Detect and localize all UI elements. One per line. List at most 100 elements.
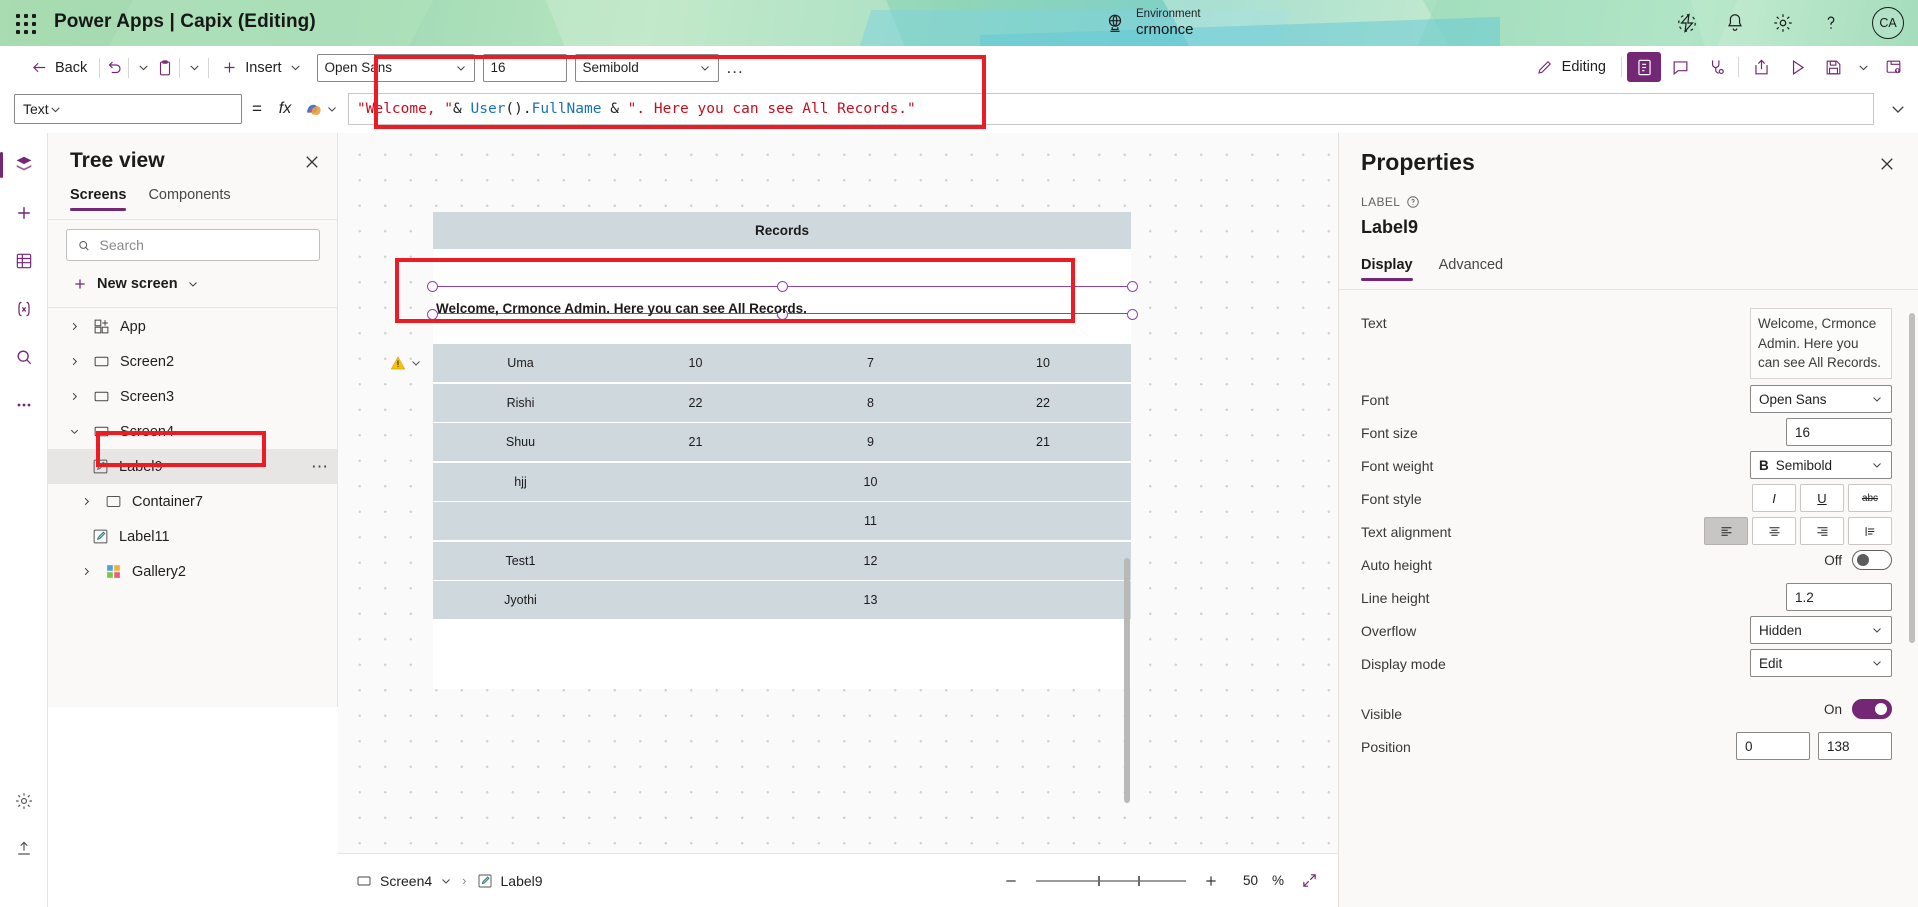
italic-button[interactable]: I [1752,484,1796,512]
line-height-input[interactable]: 1.2 [1786,583,1892,611]
undo-dropdown-button[interactable] [132,54,154,82]
help-question-icon[interactable] [1820,12,1842,34]
avatar[interactable]: CA [1872,7,1904,39]
app-health-button[interactable] [1699,52,1733,82]
paste-dropdown-button[interactable] [183,54,205,82]
save-button[interactable] [1816,52,1850,82]
app-canvas[interactable]: Records Welcome, Crmonce Admin. Here you… [338,133,1338,853]
chevron-right-icon[interactable] [66,356,82,367]
chevron-right-icon[interactable] [66,391,82,402]
resize-handle[interactable] [1127,281,1138,292]
tree-node-container7[interactable]: Container7 [48,484,337,519]
paste-button[interactable] [154,54,176,82]
gallery-scrollbar[interactable] [1124,558,1130,803]
chevron-down-icon[interactable] [410,357,422,369]
more-options-icon[interactable]: ⋯ [311,457,329,477]
table-row[interactable]: Rishi 22 8 22 [433,383,1131,422]
back-button[interactable]: Back [22,53,96,83]
search-field[interactable] [99,237,309,253]
resize-handle[interactable] [1127,309,1138,320]
tab-display[interactable]: Display [1361,257,1413,281]
search-input[interactable] [66,229,320,261]
font-select[interactable]: Open Sans [1750,385,1892,413]
tab-screens[interactable]: Screens [70,187,127,211]
toolbar-overflow-button[interactable]: ... [719,58,752,78]
tree-node-gallery2[interactable]: Gallery2 [48,554,337,589]
font-size-input[interactable]: 16 [1786,418,1892,446]
chevron-down-icon[interactable] [440,875,452,887]
properties-scrollbar[interactable] [1909,313,1915,643]
comments-button[interactable] [1663,52,1697,82]
share-button[interactable] [1744,52,1778,82]
tree-node-screen2[interactable]: Screen2 [48,344,337,379]
tree-node-screen3[interactable]: Screen3 [48,379,337,414]
align-left-button[interactable] [1704,517,1748,545]
align-center-button[interactable] [1752,517,1796,545]
display-mode-select[interactable]: Edit [1750,649,1892,677]
chevron-right-icon[interactable] [78,566,94,577]
visible-toggle[interactable] [1852,699,1892,719]
table-row[interactable]: Shuu 21 9 21 [433,423,1131,461]
rail-more-button[interactable] [0,381,48,429]
chevron-down-icon[interactable] [66,426,82,437]
font-family-select[interactable]: Open Sans [316,53,475,82]
property-select[interactable]: Text [14,94,242,124]
app-launcher-icon[interactable] [12,10,40,38]
font-weight-select[interactable]: Semibold [574,53,719,82]
formula-expand-button[interactable] [1878,100,1918,118]
zoom-slider[interactable] [1035,872,1186,890]
tree-node-label11[interactable]: Label11 [48,519,337,554]
notification-bell-icon[interactable] [1724,12,1746,34]
insert-button[interactable]: Insert [212,53,310,83]
formula-input[interactable]: "Welcome, "& User().FullName & ". Here y… [348,93,1874,125]
records-gallery[interactable]: Uma 10 7 10 Rishi 22 8 22 Shuu 21 9 21 h… [433,344,1131,803]
preview-button[interactable] [1780,52,1814,82]
underline-button[interactable]: U [1800,484,1844,512]
align-justify-button[interactable] [1848,517,1892,545]
diagnostics-icon[interactable] [1676,12,1698,34]
editing-mode-button[interactable]: Editing [1526,52,1616,82]
tree-node-label9[interactable]: Label9 ⋯ [48,449,337,484]
copilot-button[interactable] [298,95,344,123]
help-circle-icon[interactable] [1406,195,1420,209]
table-row[interactable]: Jyothi 13 [433,581,1131,619]
rail-publish-button[interactable] [0,825,48,873]
overflow-select[interactable]: Hidden [1750,616,1892,644]
table-row[interactable]: 11 [433,502,1131,540]
environment-selector[interactable]: Environment crmonce [1090,0,1380,46]
welcome-label-region[interactable]: Welcome, Crmonce Admin. Here you can see… [427,249,1138,344]
chevron-right-icon[interactable] [66,321,82,332]
rail-data-button[interactable] [0,237,48,285]
zoom-slider-thumb[interactable] [1097,875,1100,886]
font-size-input[interactable]: 16 [482,53,567,82]
tab-advanced[interactable]: Advanced [1439,257,1504,281]
publish-button[interactable] [1876,52,1910,82]
strikethrough-button[interactable]: abc [1848,484,1892,512]
canvas-warning-badge[interactable] [390,355,422,371]
font-weight-select[interactable]: B Semibold [1750,451,1892,479]
fit-screen-button[interactable] [1298,870,1320,892]
rail-tree-view-button[interactable] [0,141,48,189]
chevron-right-icon[interactable] [78,496,94,507]
table-row[interactable]: hjj 10 [433,462,1131,501]
save-dropdown-button[interactable] [1852,53,1874,81]
breadcrumb-screen[interactable]: Screen4 [356,873,452,889]
rail-settings-button[interactable] [0,777,48,825]
auto-height-toggle[interactable] [1852,550,1892,570]
brand-title[interactable]: Power Apps | Capix (Editing) [54,11,316,35]
resize-handle[interactable] [427,281,438,292]
tab-components[interactable]: Components [148,187,230,211]
zoom-in-button[interactable] [1200,870,1222,892]
align-right-button[interactable] [1800,517,1844,545]
app-screen-frame[interactable]: Records Welcome, Crmonce Admin. Here you… [427,212,1138,803]
position-x-input[interactable]: 0 [1736,732,1810,760]
resize-handle[interactable] [777,281,788,292]
rail-insert-button[interactable] [0,189,48,237]
position-y-input[interactable]: 138 [1818,732,1892,760]
table-row[interactable]: Uma 10 7 10 [433,344,1131,382]
app-checker-button[interactable] [1627,52,1661,82]
new-screen-button[interactable]: New screen [66,269,205,299]
settings-gear-icon[interactable] [1772,12,1794,34]
zoom-out-button[interactable] [1000,870,1022,892]
close-icon[interactable] [303,153,321,171]
